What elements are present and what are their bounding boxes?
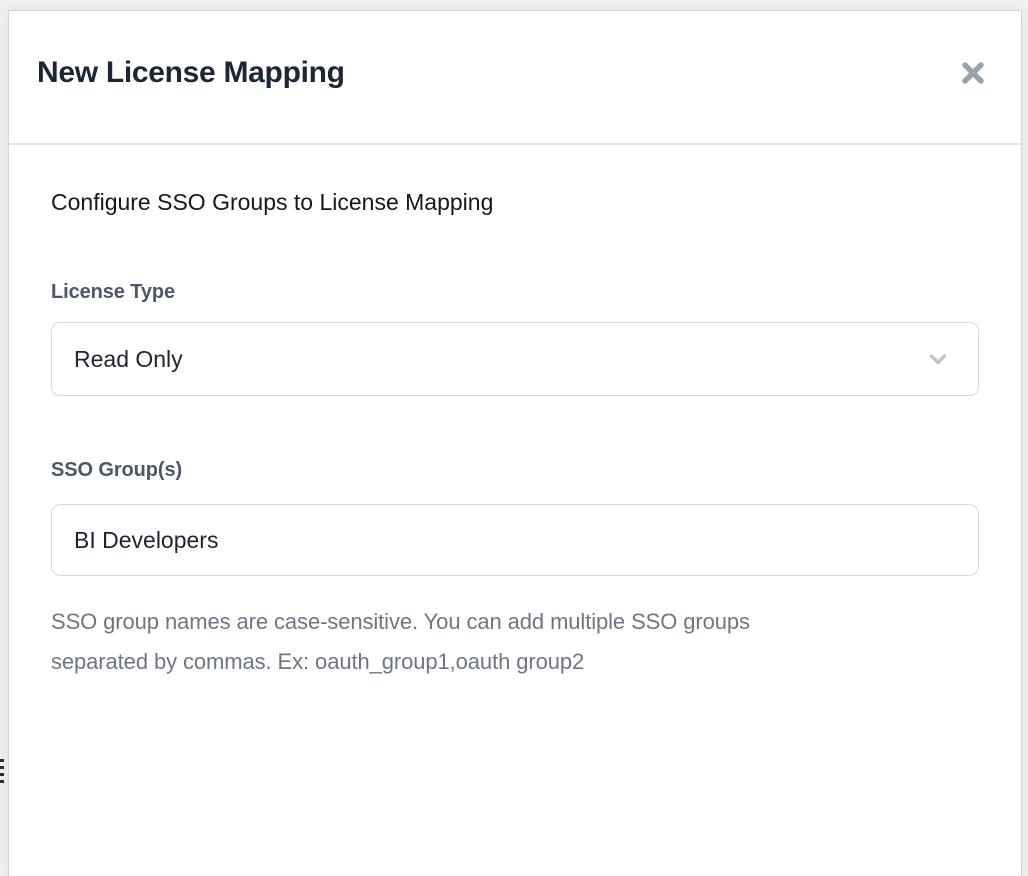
background-list-icon-fragment xyxy=(0,773,4,776)
modal-body: Configure SSO Groups to License Mapping … xyxy=(9,187,1021,682)
help-text-line: SSO group names are case-sensitive. You … xyxy=(51,602,979,642)
new-license-mapping-modal: New License Mapping Configure SSO Groups… xyxy=(8,10,1022,876)
intro-text: Configure SSO Groups to License Mapping xyxy=(51,187,979,217)
sso-groups-label: SSO Group(s) xyxy=(51,457,979,483)
license-type-selected-value: Read Only xyxy=(74,346,183,373)
chevron-down-icon xyxy=(924,345,952,373)
background-list-icon-fragment xyxy=(0,759,4,762)
sso-groups-input[interactable] xyxy=(51,504,979,576)
modal-header: New License Mapping xyxy=(9,11,1021,145)
license-type-label: License Type xyxy=(51,279,979,305)
help-text-line: separated by commas. Ex: oauth_group1,oa… xyxy=(51,642,979,682)
background-list-icon-fragment xyxy=(0,780,4,783)
close-button[interactable] xyxy=(955,55,991,91)
sso-groups-help-text: SSO group names are case-sensitive. You … xyxy=(51,602,979,682)
background-list-icon-fragment xyxy=(0,766,4,769)
page-behind-fragment xyxy=(0,0,8,876)
close-icon xyxy=(958,58,988,88)
modal-title: New License Mapping xyxy=(37,53,345,93)
license-type-select[interactable]: Read Only xyxy=(51,322,979,396)
